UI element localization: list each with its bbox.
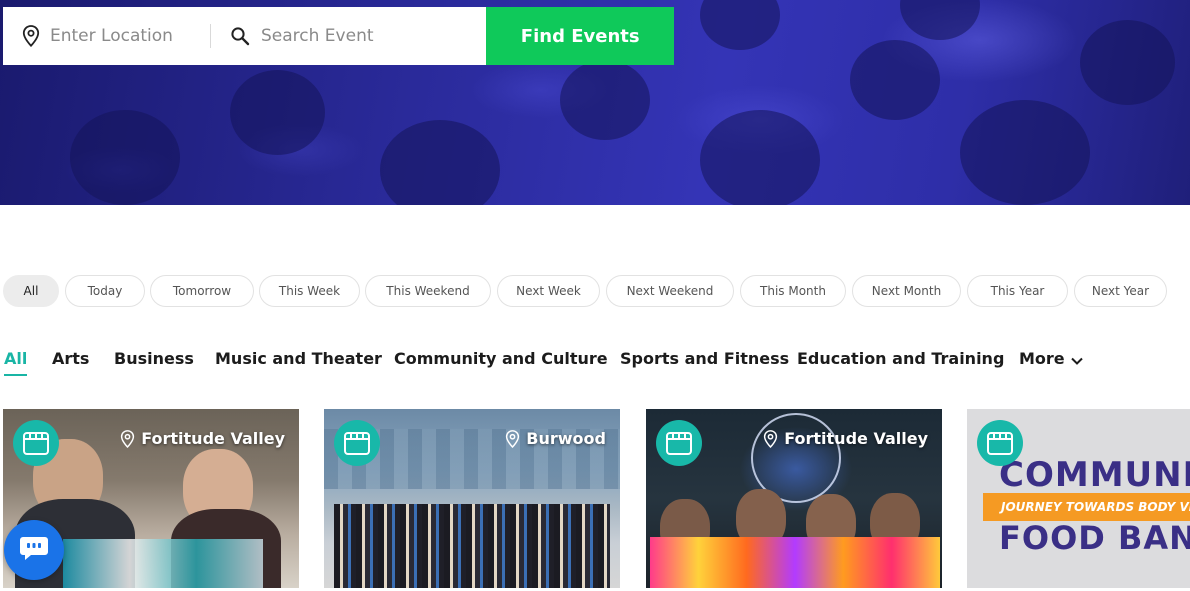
calendar-icon (656, 420, 702, 466)
date-filter-this-year[interactable]: This Year (967, 275, 1068, 307)
date-filter-next-year[interactable]: Next Year (1074, 275, 1167, 307)
event-location: Fortitude Valley (120, 429, 285, 448)
search-bar: Find Events (3, 7, 674, 65)
calendar-icon (977, 420, 1023, 466)
date-filter-all[interactable]: All (3, 275, 59, 307)
event-card[interactable]: Burwood (324, 409, 620, 588)
event-location-label: Fortitude Valley (141, 429, 285, 448)
calendar-icon (334, 420, 380, 466)
date-filter-tomorrow[interactable]: Tomorrow (150, 275, 254, 307)
event-field[interactable] (211, 7, 486, 65)
chevron-down-icon (1070, 349, 1083, 371)
location-field[interactable] (3, 7, 210, 65)
category-tab-sports-fitness[interactable]: Sports and Fitness (620, 348, 789, 374)
date-filter-this-month[interactable]: This Month (740, 275, 846, 307)
location-input[interactable] (50, 26, 210, 46)
event-card[interactable]: Fortitude Valley (646, 409, 942, 588)
find-events-button[interactable]: Find Events (486, 7, 674, 65)
event-location-label: Burwood (526, 429, 606, 448)
category-tab-business[interactable]: Business (114, 348, 194, 374)
date-filter-today[interactable]: Today (65, 275, 145, 307)
date-filter-next-week[interactable]: Next Week (497, 275, 600, 307)
map-pin-icon (121, 429, 135, 448)
event-image-ribbon: JOURNEY TOWARDS BODY VIT (983, 493, 1190, 521)
map-pin-icon (22, 25, 40, 47)
event-search-input[interactable] (261, 26, 421, 46)
map-pin-icon (506, 429, 520, 448)
map-pin-icon (764, 429, 778, 448)
date-filter-next-weekend[interactable]: Next Weekend (606, 275, 734, 307)
event-location-label: Fortitude Valley (784, 429, 928, 448)
category-tab-music-theater[interactable]: Music and Theater (215, 348, 382, 374)
event-image-title: COMMUNIT (999, 455, 1190, 495)
event-image-subtitle: FOOD BAN (999, 519, 1190, 557)
event-location: Fortitude Valley (763, 429, 928, 448)
category-tab-more[interactable]: More (1019, 348, 1083, 374)
event-card[interactable]: COMMUNIT JOURNEY TOWARDS BODY VIT FOOD B… (967, 409, 1190, 588)
chat-bubble-icon (19, 535, 49, 565)
category-tab-arts[interactable]: Arts (52, 348, 89, 374)
chat-button[interactable] (4, 520, 64, 580)
date-filter-next-month[interactable]: Next Month (852, 275, 961, 307)
calendar-icon (13, 420, 59, 466)
category-more-label: More (1019, 349, 1065, 368)
category-tab-all[interactable]: All (4, 348, 28, 376)
date-filter-this-week[interactable]: This Week (259, 275, 360, 307)
category-tab-community-culture[interactable]: Community and Culture (394, 348, 608, 374)
search-icon (229, 25, 251, 47)
event-location: Burwood (505, 429, 606, 448)
hero-banner: Find Events (0, 0, 1190, 205)
date-filter-this-weekend[interactable]: This Weekend (365, 275, 491, 307)
category-tab-education-training[interactable]: Education and Training (797, 348, 1004, 374)
